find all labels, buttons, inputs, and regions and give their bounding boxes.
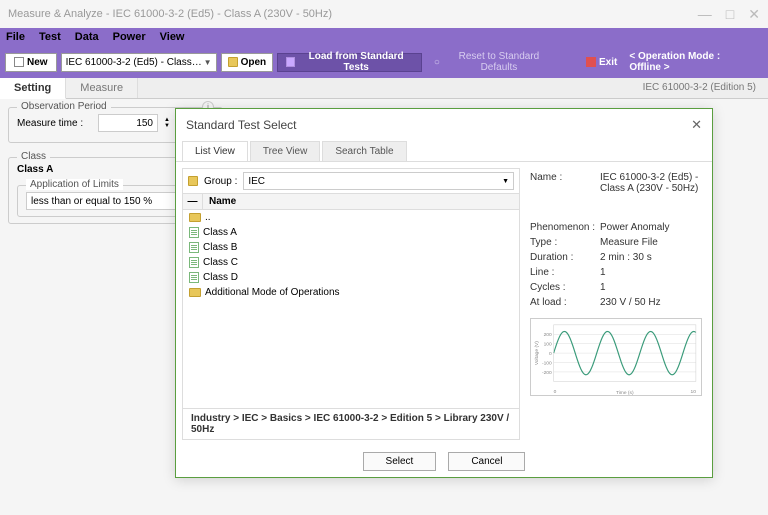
standard-label: IEC 61000-3-2 (Edition 5) <box>631 78 768 98</box>
info-type-k: Type : <box>530 237 600 248</box>
info-type-v: Measure File <box>600 237 702 248</box>
menubar: File Test Data Power View <box>0 28 768 46</box>
menu-power[interactable]: Power <box>113 31 146 43</box>
tab-search-table[interactable]: Search Table <box>322 141 406 161</box>
cancel-button[interactable]: Cancel <box>448 452 525 471</box>
folder-open-icon <box>228 57 238 67</box>
waveform-chart: -200 -100 0 100 200 0 10 Time (s) Voltage (V) <box>530 318 702 396</box>
info-load-v: 230 V / 50 Hz <box>600 297 702 308</box>
main-tabs: Setting Measure IEC 61000-3-2 (Edition 5… <box>0 78 768 99</box>
chevron-down-icon: ▼ <box>502 178 509 185</box>
document-icon <box>189 242 199 253</box>
svg-text:0: 0 <box>549 351 552 357</box>
document-icon <box>189 272 199 283</box>
info-cycles-k: Cycles : <box>530 282 600 293</box>
standard-test-dialog: Standard Test Select ✕ List View Tree Vi… <box>175 108 713 478</box>
panel-legend-class: Class <box>17 151 50 162</box>
panel-legend-app: Application of Limits <box>26 179 123 190</box>
test-tree: .. Class A Class B Class C Class D Additional… <box>183 210 519 408</box>
toolbar: New IEC 61000-3-2 (Ed5) - Class A (230V … <box>0 46 768 78</box>
svg-text:Voltage (V): Voltage (V) <box>534 341 540 365</box>
new-button[interactable]: New <box>5 53 57 72</box>
reset-icon: ○ <box>434 57 440 68</box>
measure-time-label: Measure time : <box>17 118 92 129</box>
svg-text:200: 200 <box>544 332 552 338</box>
info-load-k: At load : <box>530 297 600 308</box>
select-button[interactable]: Select <box>363 452 437 471</box>
breadcrumb: Industry > IEC > Basics > IEC 61000-3-2 … <box>183 408 519 439</box>
titlebar: Measure & Analyze - IEC 61000-3-2 (Ed5) … <box>0 0 768 28</box>
tree-item[interactable]: Class A <box>183 225 519 240</box>
menu-test[interactable]: Test <box>39 31 61 43</box>
tab-measure[interactable]: Measure <box>66 78 138 98</box>
document-icon <box>189 227 199 238</box>
menu-view[interactable]: View <box>160 31 185 43</box>
tree-item-label: Class B <box>203 242 237 253</box>
info-name-v: IEC 61000-3-2 (Ed5) - Class A (230V - 50… <box>600 172 702 194</box>
new-icon <box>14 57 24 67</box>
group-select[interactable]: IEC ▼ <box>243 172 514 190</box>
exit-icon <box>586 57 596 67</box>
tree-item-label: Class A <box>203 227 237 238</box>
tab-tree-view[interactable]: Tree View <box>250 141 320 161</box>
svg-text:Time (s): Time (s) <box>616 390 634 395</box>
measure-time-input[interactable] <box>98 114 158 132</box>
folder-icon <box>189 288 201 297</box>
tree-item[interactable]: Class C <box>183 255 519 270</box>
dialog-title: Standard Test Select <box>186 118 297 132</box>
tree-item[interactable]: Class B <box>183 240 519 255</box>
tree-item-label: .. <box>205 212 211 223</box>
menu-data[interactable]: Data <box>75 31 99 43</box>
tree-item[interactable]: .. <box>183 210 519 225</box>
maximize-icon[interactable]: □ <box>726 6 734 22</box>
load-standard-button[interactable]: Load from Standard Tests <box>277 53 422 72</box>
spinner[interactable]: ▲▼ <box>164 117 170 129</box>
svg-text:0: 0 <box>554 389 557 395</box>
dialog-tabs: List View Tree View Search Table <box>176 141 712 162</box>
window-title: Measure & Analyze - IEC 61000-3-2 (Ed5) … <box>8 8 332 20</box>
dialog-close-icon[interactable]: ✕ <box>691 117 702 133</box>
folder-icon <box>189 213 201 222</box>
folder-icon <box>188 176 198 186</box>
svg-text:10: 10 <box>690 389 696 395</box>
info-line-v: 1 <box>600 267 702 278</box>
chevron-down-icon: ▼ <box>204 58 212 67</box>
name-column-header[interactable]: Name <box>203 194 519 209</box>
document-icon <box>189 257 199 268</box>
open-button[interactable]: Open <box>221 53 274 72</box>
operation-mode-label: < Operation Mode : Offline > <box>629 51 753 73</box>
info-name-k: Name : <box>530 172 600 194</box>
load-icon <box>286 57 295 67</box>
panel-legend-observation: Observation Period <box>17 101 111 112</box>
close-icon[interactable]: ✕ <box>748 6 760 23</box>
svg-text:100: 100 <box>544 342 552 348</box>
svg-text:-100: -100 <box>542 360 552 366</box>
group-label: Group : <box>204 176 237 187</box>
test-info-panel: Name :IEC 61000-3-2 (Ed5) - Class A (230… <box>526 168 706 440</box>
menu-file[interactable]: File <box>6 31 25 43</box>
svg-text:-200: -200 <box>542 370 552 376</box>
reset-button[interactable]: ○ Reset to Standard Defaults <box>426 49 562 75</box>
minimize-icon[interactable]: — <box>698 6 712 22</box>
exit-button[interactable]: Exit <box>578 55 625 70</box>
info-dur-k: Duration : <box>530 252 600 263</box>
tab-list-view[interactable]: List View <box>182 141 248 161</box>
test-combo[interactable]: IEC 61000-3-2 (Ed5) - Class A (230V - 50… <box>61 53 217 72</box>
tab-setting[interactable]: Setting <box>0 78 66 99</box>
info-cycles-v: 1 <box>600 282 702 293</box>
tree-item-label: Class D <box>203 272 238 283</box>
info-line-k: Line : <box>530 267 600 278</box>
tree-item-label: Additional Mode of Operations <box>205 287 340 298</box>
info-phen-v: Power Anomaly <box>600 222 702 233</box>
tree-item[interactable]: Class D <box>183 270 519 285</box>
test-list-panel: Group : IEC ▼ — Name .. Class A Class B Cla… <box>182 168 520 440</box>
tree-item[interactable]: Additional Mode of Operations <box>183 285 519 300</box>
info-dur-v: 2 min : 30 s <box>600 252 702 263</box>
collapse-all-icon[interactable]: — <box>183 194 203 209</box>
info-phen-k: Phenomenon : <box>530 222 600 233</box>
tree-item-label: Class C <box>203 257 238 268</box>
